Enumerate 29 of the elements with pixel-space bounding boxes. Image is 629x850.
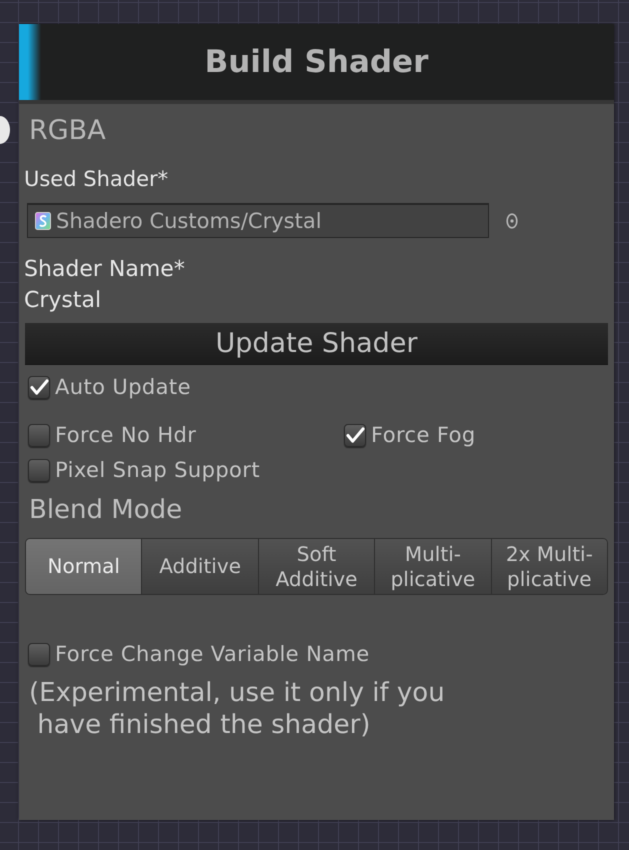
check-icon bbox=[346, 426, 364, 444]
checkbox-label: Auto Update bbox=[55, 376, 191, 398]
object-field[interactable]: Shadero Customs/Crystal bbox=[27, 203, 489, 238]
checkbox-label: Force Change Variable Name bbox=[55, 644, 370, 664]
shader-file-icon bbox=[35, 212, 51, 230]
checkbox[interactable] bbox=[28, 458, 50, 482]
blend-mode-tab[interactable]: Normal bbox=[26, 539, 142, 594]
blend-mode-tab[interactable]: 2x Multi- plicative bbox=[492, 539, 607, 594]
node-title: Build Shader bbox=[204, 46, 428, 78]
field-label: Used Shader* bbox=[24, 168, 168, 190]
blend-mode-tab[interactable]: Additive bbox=[142, 539, 259, 594]
shader-name-value: Crystal bbox=[24, 290, 102, 312]
checkbox[interactable] bbox=[28, 424, 50, 446]
check-icon bbox=[30, 378, 48, 396]
output-label: RGBA bbox=[29, 116, 106, 144]
checkbox[interactable] bbox=[28, 642, 50, 666]
circle-dot-icon[interactable] bbox=[506, 212, 518, 228]
port-icon[interactable] bbox=[0, 116, 10, 144]
section-label: Blend Mode bbox=[29, 497, 182, 523]
blend-mode-tab[interactable]: Multi- plicative bbox=[375, 539, 492, 594]
checkbox[interactable] bbox=[344, 424, 366, 446]
checkbox-label: Pixel Snap Support bbox=[55, 460, 260, 480]
checkbox-label: Force Fog bbox=[371, 424, 476, 446]
blend-mode-tab[interactable]: Soft Additive bbox=[258, 539, 376, 594]
checkbox-label: Force No Hdr bbox=[55, 424, 196, 446]
note-text: (Experimental, use it only if you have finished the shader) bbox=[29, 677, 446, 741]
update-shader-button[interactable]: Update Shader bbox=[25, 323, 608, 365]
checkbox[interactable] bbox=[28, 376, 50, 398]
field-label: Shader Name* bbox=[24, 259, 185, 281]
